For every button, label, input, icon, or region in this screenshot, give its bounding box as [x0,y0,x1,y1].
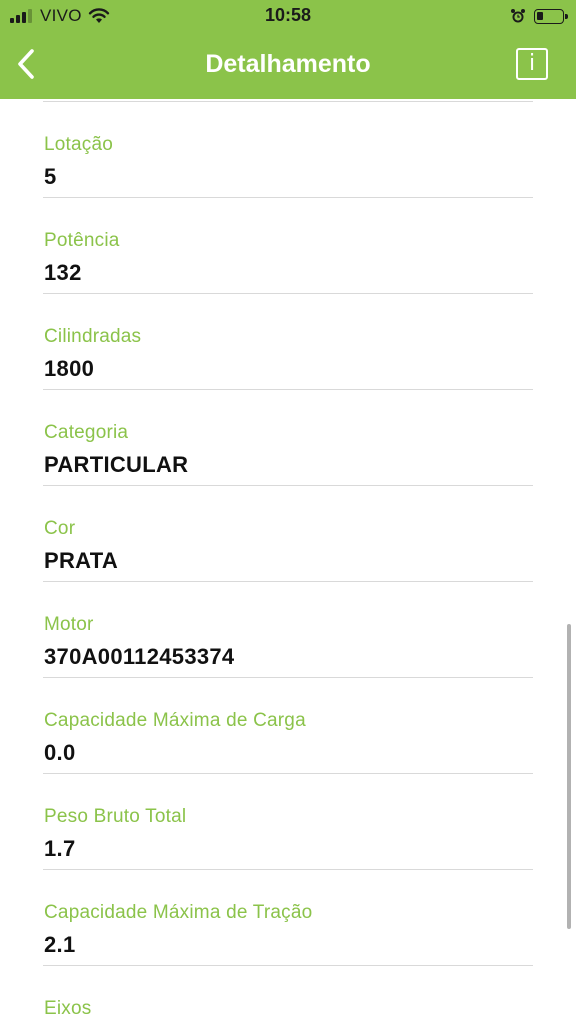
detail-field: Eixos [43,966,533,1024]
field-label: Capacidade Máxima de Tração [44,902,313,923]
detail-field: Capacidade Máxima de Carga 0.0 [43,678,533,774]
scrollbar[interactable] [567,624,571,929]
status-time: 10:58 [264,5,312,25]
app-header: VIVO 10:58 Detalhamento i [0,0,576,99]
field-label: Eixos [44,998,92,1019]
alarm-icon [511,9,525,23]
page-title: Detalhamento [205,50,371,78]
detail-field: Cor PRATA [43,486,533,582]
field-label: Cilindradas [44,326,142,347]
detail-field: Capacidade Máxima de Tração 2.1 [43,870,533,966]
field-value: 370A00112453374 [44,644,235,669]
field-label: Categoria [44,422,129,443]
field-label: Motor [44,614,94,635]
info-button[interactable]: i [516,48,548,80]
detail-field: Peso Bruto Total 1.7 [43,774,533,870]
detail-field: Motor 370A00112453374 [43,582,533,678]
status-right [510,6,568,26]
field-value: 132 [44,260,82,285]
field-label: Lotação [44,134,114,155]
field-value: 1.7 [44,836,76,861]
battery-icon [534,8,568,24]
field-value: 5 [44,164,57,189]
field-label: Capacidade Máxima de Carga [44,710,306,731]
back-button[interactable] [6,40,46,88]
nav-bar: Detalhamento i [0,32,576,99]
detail-field: Potência 132 [43,198,533,294]
field-value: PRATA [44,548,119,573]
field-value: 0.0 [44,740,76,765]
field-label: Potência [44,230,120,251]
field-value: 2.1 [44,932,76,957]
screen: VIVO 10:58 Detalhamento i Lotação 5 Potê… [0,0,576,1024]
detail-field: Lotação 5 [43,102,533,198]
chevron-left-icon [18,49,34,79]
field-label: Peso Bruto Total [44,806,187,827]
detail-field: Cilindradas 1800 [43,294,533,390]
detail-field: Categoria PARTICULAR [43,390,533,486]
field-value: PARTICULAR [44,452,189,477]
status-bar: VIVO 10:58 [0,0,576,32]
details-list[interactable]: Lotação 5 Potência 132 Cilindradas 1800 Catego… [0,99,576,1024]
field-label: Cor [44,518,76,539]
field-value: 1800 [44,356,95,381]
